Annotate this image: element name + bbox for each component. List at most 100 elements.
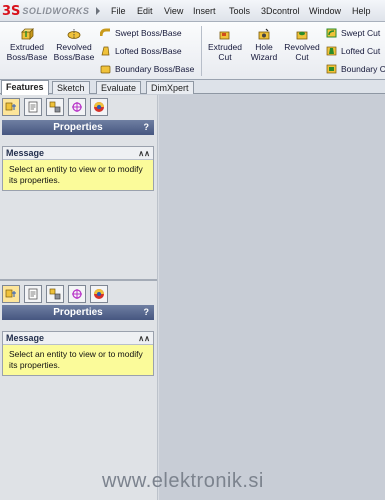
feature-manager-tab[interactable] — [2, 98, 20, 116]
logo-text: SOLIDWORKS — [22, 6, 90, 16]
boundary-boss-button[interactable]: Boundary Boss/Base — [100, 64, 194, 74]
message-title: Message — [6, 333, 45, 343]
feature-tree-icon — [5, 102, 16, 111]
swept-cut-label: Swept Cut — [341, 28, 381, 38]
property-sheet-icon — [28, 288, 38, 300]
solidworks-logo[interactable]: 3S SOLIDWORKS — [2, 3, 94, 19]
revolved-cut-button[interactable]: Revolved Cut — [282, 28, 322, 62]
tab-sketch[interactable]: Sketch — [52, 81, 90, 94]
menu-bar: 3S SOLIDWORKS File Edit View Insert Tool… — [0, 0, 385, 22]
revolved-boss-button[interactable]: Revolved Boss/Base — [52, 28, 96, 62]
manager-tabs-bottom — [2, 285, 112, 303]
property-manager-tab[interactable] — [24, 285, 42, 303]
swept-boss-icon — [100, 28, 110, 37]
help-icon[interactable]: ? — [144, 120, 150, 135]
property-sheet-icon — [28, 101, 38, 113]
properties-title: Properties — [53, 307, 103, 318]
configuration-manager-tab[interactable] — [46, 285, 64, 303]
dimxpert-manager-tab[interactable] — [68, 98, 86, 116]
boundary-cut-icon — [326, 64, 337, 74]
boundary-boss-icon — [100, 65, 111, 74]
properties-header: Properties ? — [2, 120, 154, 135]
ds-logo-icon: 3S — [2, 3, 21, 19]
properties-header: Properties ? — [2, 305, 154, 320]
collapse-chevron-icon[interactable]: ∧∧ — [138, 147, 150, 160]
command-tabs: Features Sketch Evaluate DimXpert — [0, 80, 385, 95]
swept-cut-icon — [326, 28, 337, 38]
menu-3dcontrol[interactable]: 3Dcontrol — [261, 6, 300, 16]
configuration-icon — [49, 288, 61, 300]
menu-help[interactable]: Help — [352, 6, 371, 16]
revolved-cut-icon — [296, 31, 308, 40]
menu-view[interactable]: View — [164, 6, 183, 16]
tab-features[interactable]: Features — [1, 80, 49, 95]
lofted-cut-button[interactable]: Lofted Cut — [326, 46, 380, 56]
menu-file[interactable]: File — [111, 6, 126, 16]
command-manager: Extruded Boss/Base Revolved Boss/Base Sw… — [0, 22, 385, 80]
separator — [201, 26, 202, 76]
tab-evaluate[interactable]: Evaluate — [96, 81, 142, 94]
lofted-boss-icon — [101, 46, 110, 56]
lofted-boss-button[interactable]: Lofted Boss/Base — [100, 46, 182, 56]
hole-wizard-icon — [258, 28, 270, 40]
menu-window[interactable]: Window — [309, 6, 341, 16]
hole-wizard-label-1: Hole — [255, 42, 273, 52]
extruded-boss-icon — [21, 28, 34, 40]
configuration-icon — [49, 101, 61, 113]
message-header[interactable]: Message ∧∧ — [3, 332, 153, 345]
property-manager-tab[interactable] — [24, 98, 42, 116]
revolved-cut-label-1: Revolved — [284, 42, 320, 52]
menu-edit[interactable]: Edit — [137, 6, 153, 16]
hole-wizard-label-2: Wizard — [250, 52, 278, 62]
lofted-cut-label: Lofted Cut — [341, 46, 381, 56]
hole-wizard-button[interactable]: Hole Wizard — [248, 28, 280, 62]
graphics-area[interactable] — [159, 95, 385, 500]
revolved-boss-icon — [67, 29, 81, 39]
properties-title: Properties — [53, 122, 103, 133]
property-manager-bottom: Properties ? Message ∧∧ Select an entity… — [0, 281, 157, 500]
extruded-boss-label-2: Boss/Base — [6, 52, 48, 62]
extruded-cut-label-1: Extruded — [207, 42, 243, 52]
extruded-cut-button[interactable]: Extruded Cut — [204, 28, 246, 62]
menu-tools[interactable]: Tools — [229, 6, 250, 16]
extruded-cut-label-2: Cut — [218, 52, 232, 62]
feature-manager-tab[interactable] — [2, 285, 20, 303]
message-title: Message — [6, 148, 45, 158]
appearance-sphere-icon — [94, 289, 104, 299]
swept-boss-button[interactable]: Swept Boss/Base — [100, 28, 182, 38]
dimxpert-icon — [72, 102, 82, 112]
display-manager-tab[interactable] — [90, 98, 108, 116]
dimxpert-icon — [72, 289, 82, 299]
message-header[interactable]: Message ∧∧ — [3, 147, 153, 160]
revolved-boss-label-2: Boss/Base — [53, 52, 95, 62]
tab-dimxpert[interactable]: DimXpert — [146, 81, 194, 94]
property-manager-top: Properties ? Message ∧∧ Select an entity… — [0, 95, 157, 280]
revolved-boss-label-1: Revolved — [56, 42, 92, 52]
extruded-boss-label-1: Extruded — [9, 42, 45, 52]
boundary-cut-label: Boundary C — [341, 64, 385, 74]
menu-insert[interactable]: Insert — [193, 6, 216, 16]
swept-boss-label: Swept Boss/Base — [115, 28, 182, 38]
display-manager-tab[interactable] — [90, 285, 108, 303]
revolved-cut-label-2: Cut — [295, 52, 309, 62]
watermark: www.elektronik.si — [102, 470, 264, 492]
collapse-chevron-icon[interactable]: ∧∧ — [138, 332, 150, 345]
configuration-manager-tab[interactable] — [46, 98, 64, 116]
boundary-boss-label: Boundary Boss/Base — [115, 64, 195, 74]
lofted-cut-icon — [326, 46, 337, 56]
dimxpert-manager-tab[interactable] — [68, 285, 86, 303]
appearance-sphere-icon — [94, 102, 104, 112]
help-icon[interactable]: ? — [144, 305, 150, 320]
extruded-cut-icon — [219, 31, 230, 40]
extruded-boss-button[interactable]: Extruded Boss/Base — [6, 28, 48, 62]
message-text: Select an entity to view or to modify it… — [3, 160, 153, 190]
message-group: Message ∧∧ Select an entity to view or t… — [2, 331, 154, 376]
swept-cut-button[interactable]: Swept Cut — [326, 28, 380, 38]
feature-tree-icon — [5, 289, 16, 298]
message-text: Select an entity to view or to modify it… — [3, 345, 153, 375]
manager-tabs-top — [2, 98, 112, 116]
message-group: Message ∧∧ Select an entity to view or t… — [2, 146, 154, 191]
lofted-boss-label: Lofted Boss/Base — [115, 46, 182, 56]
logo-flyout-arrow-icon[interactable] — [96, 7, 100, 15]
boundary-cut-button[interactable]: Boundary C — [326, 64, 385, 74]
